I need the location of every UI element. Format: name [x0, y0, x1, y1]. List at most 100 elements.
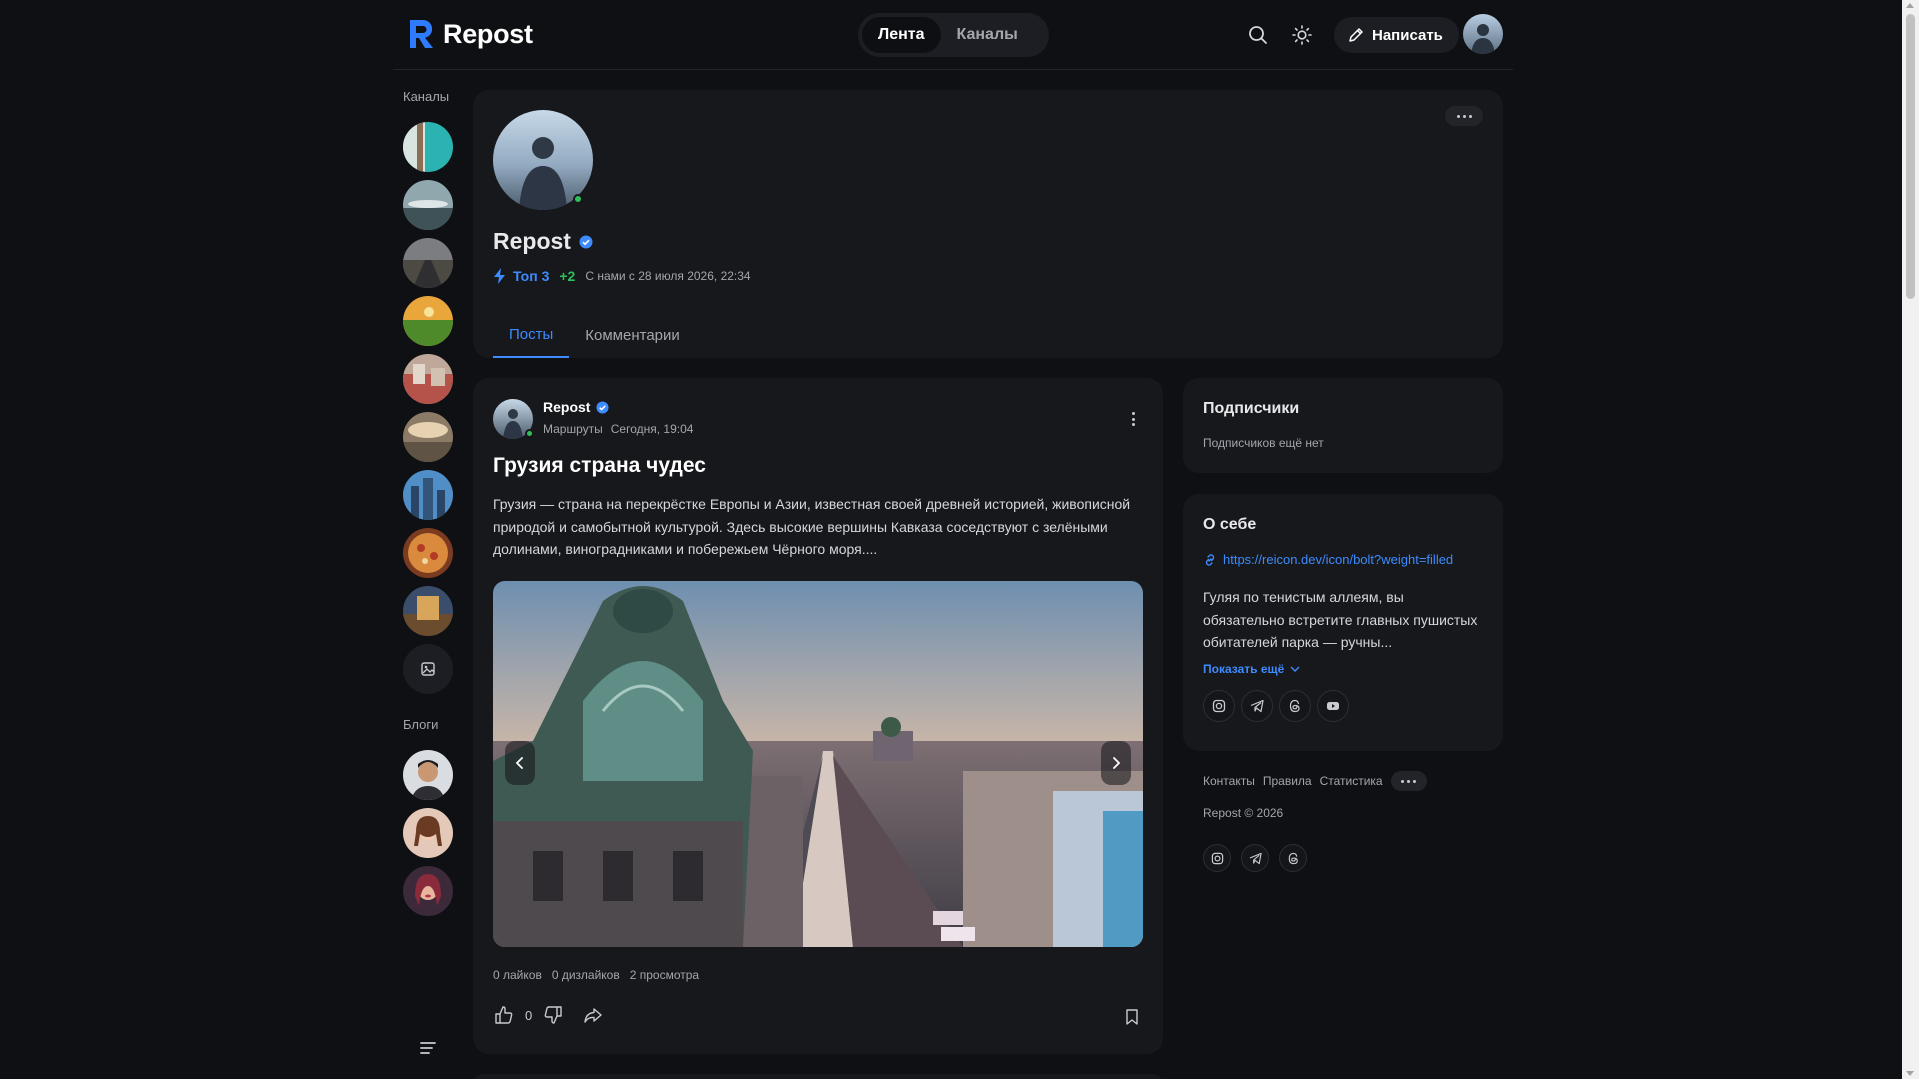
- instagram-icon[interactable]: [1203, 690, 1235, 722]
- post-subline: Маршруты Сегодня, 19:04: [543, 422, 693, 436]
- write-button[interactable]: Написать: [1334, 17, 1459, 53]
- telegram-icon[interactable]: [1241, 844, 1269, 872]
- channel-avatar[interactable]: [403, 586, 453, 636]
- prev-slide-button[interactable]: [505, 741, 535, 785]
- verified-icon: [596, 400, 609, 414]
- profile-name-text: Repost: [493, 228, 571, 254]
- top-header: Repost Лента Каналы Написать: [393, 0, 1513, 70]
- top-rank-badge[interactable]: Топ 3: [493, 268, 549, 284]
- profile-card: Repost Топ 3 +2 С нами с 28 июля 2026, 2…: [473, 90, 1503, 358]
- footer-link-stats[interactable]: Статистика: [1320, 774, 1383, 788]
- page-scrollbar[interactable]: [1902, 0, 1919, 1079]
- tab-comments[interactable]: Комментарии: [569, 312, 695, 358]
- subscribers-title: Подписчики: [1203, 400, 1300, 417]
- scroll-down-arrow[interactable]: [1906, 1071, 1914, 1076]
- post-author-name: Repost: [543, 399, 591, 415]
- channel-avatar[interactable]: [403, 528, 453, 578]
- profile-meta: Топ 3 +2 С нами с 28 июля 2026, 22:34: [493, 268, 751, 284]
- channel-avatar[interactable]: [403, 412, 453, 462]
- logo[interactable]: Repost: [407, 18, 533, 50]
- post-author[interactable]: Repost: [543, 399, 609, 415]
- post-menu-icon[interactable]: [1131, 412, 1135, 426]
- scroll-up-arrow[interactable]: [1906, 3, 1914, 8]
- footer-socials: [1203, 844, 1307, 872]
- blogs-heading: Блоги: [403, 717, 439, 732]
- image-icon: [421, 662, 435, 676]
- telegram-icon[interactable]: [1241, 690, 1273, 722]
- instagram-icon[interactable]: [1203, 844, 1231, 872]
- threads-icon[interactable]: [1279, 690, 1311, 722]
- channel-avatar[interactable]: [403, 180, 453, 230]
- blog-avatar[interactable]: [403, 808, 453, 858]
- bolt-icon: [494, 268, 505, 284]
- channel-avatar[interactable]: [403, 354, 453, 404]
- chevron-down-icon: [1290, 666, 1300, 672]
- top-rank-label: Топ 3: [513, 268, 550, 284]
- about-card: О себе https://reicon.dev/icon/bolt?weig…: [1183, 494, 1503, 751]
- blog-avatar[interactable]: [403, 750, 453, 800]
- footer-more-button[interactable]: [1390, 771, 1427, 791]
- profile-tabs: Посты Комментарии: [493, 312, 696, 358]
- channels-heading: Каналы: [403, 89, 450, 104]
- share-icon[interactable]: [582, 1004, 604, 1026]
- chevron-right-icon: [1113, 757, 1121, 769]
- threads-icon[interactable]: [1279, 844, 1307, 872]
- user-avatar[interactable]: [1463, 14, 1503, 54]
- about-link[interactable]: https://reicon.dev/icon/bolt?weight=fill…: [1203, 552, 1453, 567]
- subscribers-empty: Подписчиков ещё нет: [1203, 436, 1324, 450]
- chevron-left-icon: [515, 757, 523, 769]
- pencil-icon: [1349, 28, 1363, 42]
- youtube-icon[interactable]: [1317, 690, 1349, 722]
- logo-text: Repost: [443, 18, 533, 49]
- bookmark-icon[interactable]: [1121, 1006, 1143, 1028]
- rating-plus: +2: [559, 268, 576, 284]
- search-icon[interactable]: [1244, 21, 1272, 49]
- channel-avatar[interactable]: [403, 470, 453, 520]
- write-button-label: Написать: [1372, 26, 1443, 44]
- next-slide-button[interactable]: [1101, 741, 1131, 785]
- online-status-dot: [573, 194, 583, 204]
- footer-links: Контакты Правила Статистика: [1203, 771, 1427, 791]
- footer-link-rules[interactable]: Правила: [1263, 774, 1312, 788]
- post-text: Грузия — страна на перекрёстке Европы и …: [493, 496, 1131, 557]
- dislike-icon[interactable]: [542, 1004, 564, 1026]
- post-channel[interactable]: Маршруты: [543, 422, 603, 436]
- subscribers-card: Подписчики Подписчиков ещё нет: [1183, 378, 1503, 473]
- post-stats: 0 лайков 0 дизлайков 2 просмотра: [493, 968, 699, 982]
- online-status-dot: [525, 429, 534, 438]
- channel-avatar[interactable]: [403, 296, 453, 346]
- page: Repost Лента Каналы Написать Каналы Блог…: [0, 0, 1919, 1079]
- about-text: Гуляя по тенистым аллеям, вы обязательно…: [1203, 589, 1478, 650]
- channel-avatar[interactable]: [403, 238, 453, 288]
- show-more-button[interactable]: Показать ещё: [1203, 662, 1300, 676]
- views-count: 2 просмотра: [629, 968, 700, 982]
- menu-icon[interactable]: [419, 1040, 439, 1056]
- tab-feed[interactable]: Лента: [862, 17, 941, 53]
- blog-avatar[interactable]: [403, 866, 453, 916]
- sun-icon[interactable]: [1288, 21, 1316, 49]
- scrollbar-thumb[interactable]: [1906, 14, 1915, 299]
- more-channels-button[interactable]: [403, 644, 453, 694]
- verified-icon: [579, 235, 593, 248]
- tab-posts[interactable]: Посты: [493, 312, 570, 358]
- logo-icon: [410, 19, 433, 48]
- likes-count: 0 лайков: [493, 968, 542, 982]
- tab-channels[interactable]: Каналы: [941, 17, 1034, 53]
- about-title: О себе: [1203, 516, 1257, 533]
- post-card: Repost Маршруты Сегодня, 19:04 Грузия ст…: [473, 378, 1163, 1054]
- about-link-text: https://reicon.dev/icon/bolt?weight=fill…: [1223, 552, 1454, 567]
- member-since: С нами с 28 июля 2026, 22:34: [585, 269, 751, 283]
- copyright: Repost © 2026: [1203, 806, 1284, 820]
- channel-avatar[interactable]: [403, 122, 453, 172]
- footer-link-contacts[interactable]: Контакты: [1203, 774, 1255, 788]
- profile-more-button[interactable]: [1445, 106, 1483, 126]
- post-actions: 0: [493, 1004, 604, 1026]
- show-more-label: Показать ещё: [1203, 662, 1285, 676]
- post-image[interactable]: [493, 581, 1143, 947]
- dislikes-count: 0 дизлайков: [551, 968, 620, 982]
- next-post-card: [473, 1074, 1163, 1079]
- about-socials: [1203, 690, 1349, 722]
- city-canal-photo: [493, 581, 1143, 947]
- like-icon[interactable]: [493, 1004, 515, 1026]
- post-title[interactable]: Грузия страна чудес: [493, 454, 706, 478]
